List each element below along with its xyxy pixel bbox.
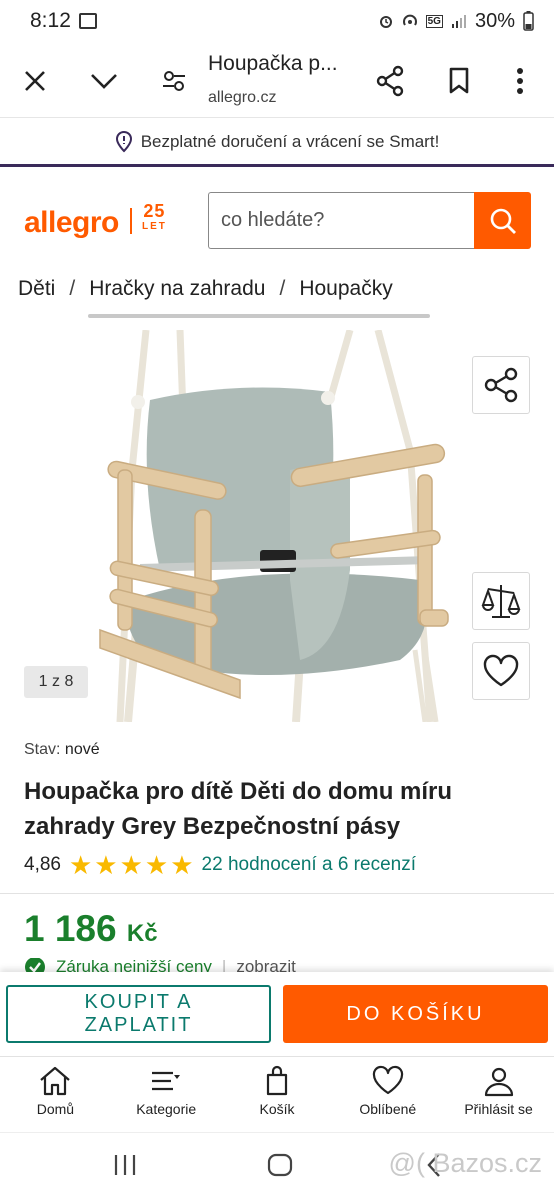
condition-label: Stav: xyxy=(24,741,61,758)
search-icon xyxy=(490,208,516,234)
breadcrumb-item[interactable]: Hračky na zahradu xyxy=(89,277,265,301)
share-product-button[interactable] xyxy=(472,356,530,414)
price-currency: Kč xyxy=(126,920,158,947)
smart-banner[interactable]: Bezplatné doručení a vrácení se Smart! xyxy=(0,119,554,167)
bottom-navigation: Domů Kategorie Košík Oblíbené Přihlásit … xyxy=(0,1056,554,1132)
more-vert-icon xyxy=(517,68,523,94)
signal-icon xyxy=(451,15,466,28)
more-options-button[interactable] xyxy=(506,62,534,100)
search-input[interactable] xyxy=(208,192,474,249)
share-icon xyxy=(484,367,518,403)
nav-label: Domů xyxy=(36,1101,75,1117)
anniversary-word: LET xyxy=(142,221,167,232)
battery-level: 30% xyxy=(474,9,515,32)
product-price: 1 186 Kč xyxy=(24,908,158,950)
breadcrumb: Děti / Hračky na zahradu / Houpačky xyxy=(18,277,393,301)
star-icon: ★ xyxy=(144,850,169,880)
share-icon xyxy=(376,65,404,97)
page-title: Houpačka p... xyxy=(208,52,338,75)
breadcrumb-item[interactable]: Děti xyxy=(18,277,55,301)
nav-item-categories[interactable]: Kategorie xyxy=(111,1057,222,1132)
home-icon xyxy=(40,1066,71,1096)
minimize-button[interactable] xyxy=(86,64,122,98)
allegro-logo[interactable]: allegro xyxy=(24,206,119,240)
product-rating[interactable]: 4,86 ★ ★ ★ ★ ★ 22 hodnocení a 6 recenzí xyxy=(24,852,416,878)
share-button[interactable] xyxy=(372,62,408,100)
nav-label: Přihlásit se xyxy=(464,1101,533,1117)
star-icon: ★ xyxy=(94,850,118,880)
heart-icon xyxy=(483,654,519,687)
nav-item-cart[interactable]: Košík xyxy=(222,1057,333,1132)
gallery-notification-icon xyxy=(78,13,97,29)
smart-badge-icon xyxy=(115,130,132,152)
nav-label: Kategorie xyxy=(136,1101,197,1117)
breadcrumb-scrollbar[interactable] xyxy=(88,314,430,318)
breadcrumb-item[interactable]: Houpačky xyxy=(299,277,392,301)
tune-icon xyxy=(163,71,185,91)
anniversary-badge: 25 LET xyxy=(142,201,167,234)
breadcrumb-separator: / xyxy=(279,277,286,300)
status-time: 8:12 xyxy=(30,9,71,32)
menu-icon xyxy=(152,1071,181,1091)
reviews-link[interactable]: 22 hodnocení a 6 recenzí xyxy=(202,854,416,876)
watermark: @( Bazos.cz xyxy=(388,1148,542,1178)
status-icons: 5G 30% xyxy=(378,10,534,33)
divider xyxy=(0,893,554,894)
bookmark-button[interactable] xyxy=(442,62,476,100)
condition-value: nové xyxy=(64,741,100,758)
add-to-cart-button[interactable]: DO KOŠÍKU xyxy=(283,985,548,1043)
star-icon: ★ xyxy=(68,850,93,880)
status-bar: 8:12 5G 30% xyxy=(0,0,554,42)
close-icon xyxy=(25,71,45,91)
nav-item-favorites[interactable]: Oblíbené xyxy=(332,1057,443,1132)
network-badge: 5G xyxy=(425,14,443,28)
battery-icon xyxy=(523,11,534,31)
hotspot-icon xyxy=(402,14,417,26)
chevron-down-icon xyxy=(91,74,117,89)
price-value: 1 186 xyxy=(24,908,117,949)
close-button[interactable] xyxy=(18,64,52,98)
compare-button[interactable] xyxy=(472,572,530,630)
star-icon: ★ xyxy=(119,850,143,880)
nav-item-login[interactable]: Přihlásit se xyxy=(443,1057,554,1132)
rating-value: 4,86 xyxy=(24,854,61,875)
favorite-button[interactable] xyxy=(472,642,530,700)
search-button[interactable] xyxy=(474,192,531,249)
bookmark-icon xyxy=(449,67,469,94)
compare-scale-icon xyxy=(481,585,521,618)
nav-item-home[interactable]: Domů xyxy=(0,1057,111,1132)
logo-divider xyxy=(130,208,132,234)
site-header: allegro 25 LET xyxy=(0,168,554,270)
purchase-bar: KOUPIT A ZAPLATIT DO KOŠÍKU xyxy=(0,972,554,1056)
condition: Stav: nové xyxy=(24,741,100,759)
gallery-counter: 1 z 8 xyxy=(24,666,88,698)
home-button-icon[interactable] xyxy=(266,1152,294,1178)
add-to-cart-label: DO KOŠÍKU xyxy=(346,1002,485,1025)
cart-icon xyxy=(266,1065,288,1096)
alarm-icon xyxy=(379,16,392,28)
browser-toolbar: Houpačka p... allegro.cz xyxy=(0,42,554,118)
user-icon xyxy=(484,1067,513,1097)
page-url[interactable]: allegro.cz xyxy=(208,89,276,107)
buy-now-label: KOUPIT A ZAPLATIT xyxy=(84,991,193,1036)
breadcrumb-separator: / xyxy=(69,277,76,300)
star-icon: ★ xyxy=(170,850,194,880)
nav-label: Košík xyxy=(259,1101,295,1117)
product-image[interactable] xyxy=(0,329,554,723)
product-title: Houpačka pro dítě Děti do domu míru zahr… xyxy=(24,778,453,840)
rating-stars: ★ ★ ★ ★ ★ xyxy=(69,852,194,878)
smart-banner-text: Bezplatné doručení a vrácení se Smart! xyxy=(140,131,440,151)
nav-label: Oblíbené xyxy=(359,1101,417,1117)
anniversary-number: 25 xyxy=(143,201,166,221)
site-settings-button[interactable] xyxy=(158,64,190,98)
recent-apps-icon[interactable] xyxy=(112,1153,138,1177)
buy-now-button[interactable]: KOUPIT A ZAPLATIT xyxy=(6,985,271,1043)
heart-icon xyxy=(372,1065,403,1095)
product-gallery[interactable]: 1 z 8 xyxy=(0,329,554,723)
